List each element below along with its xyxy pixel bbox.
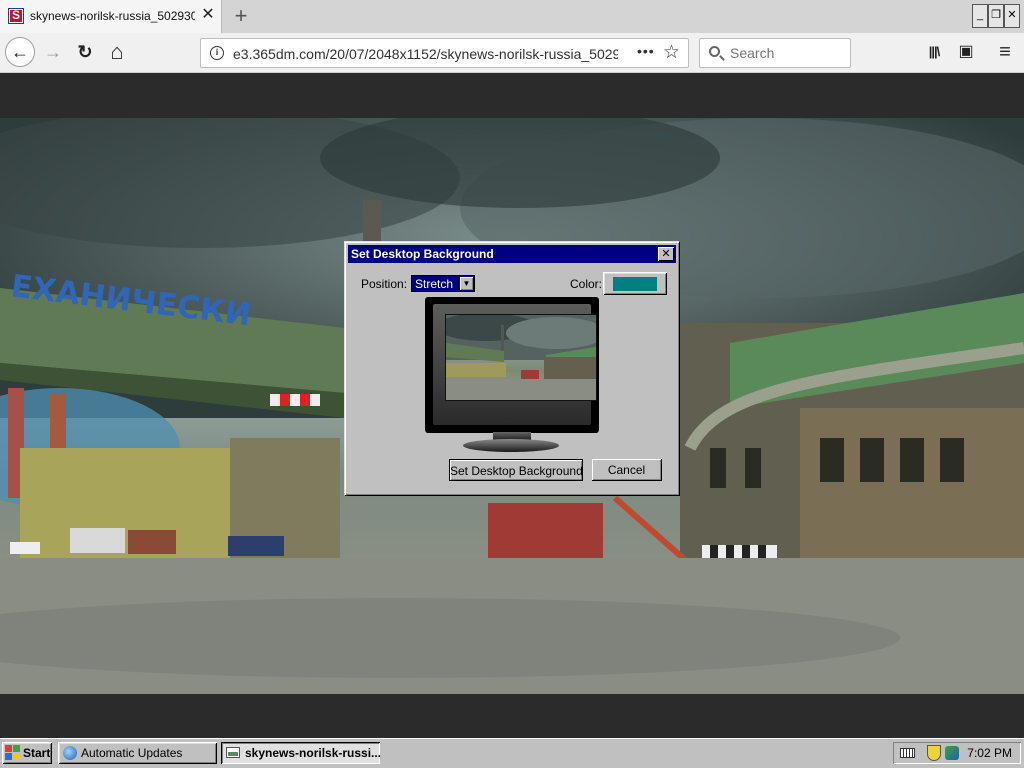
taskbar-item-automatic-updates[interactable]: Automatic Updates	[58, 742, 217, 764]
dialog-title: Set Desktop Background	[351, 247, 494, 261]
color-picker-button[interactable]	[603, 272, 667, 295]
start-label: Start	[23, 746, 51, 760]
keyboard-icon[interactable]	[900, 748, 915, 758]
home-button[interactable]: ⌂	[102, 37, 132, 67]
page-actions-icon[interactable]: •••	[637, 43, 655, 59]
dialog-close-button[interactable]: ✕	[658, 247, 674, 261]
window-restore-button[interactable]: ❐	[988, 4, 1004, 28]
taskbar-item-label: skynews-norilsk-russi...	[245, 746, 380, 760]
sidebar-icon[interactable]: ▣	[953, 38, 979, 66]
color-swatch	[613, 277, 657, 291]
window-close-button[interactable]: ✕	[1004, 4, 1020, 28]
monitor-base	[463, 439, 559, 452]
dialog-title-bar[interactable]: Set Desktop Background ✕	[348, 245, 676, 263]
address-bar[interactable]: i e3.365dm.com/20/07/2048x1152/skynews-n…	[200, 38, 689, 68]
site-info-icon[interactable]: i	[210, 46, 224, 60]
set-desktop-background-button[interactable]: Set Desktop Background	[449, 459, 583, 481]
color-label: Color:	[570, 277, 603, 291]
browser-tab-active[interactable]: S skynews-norilsk-russia_5029302.jpg ✕	[0, 0, 222, 33]
set-desktop-background-dialog: Set Desktop Background ✕ Position: Stret…	[344, 241, 680, 496]
wallpaper-preview	[445, 314, 597, 401]
url-text[interactable]: e3.365dm.com/20/07/2048x1152/skynews-nor…	[233, 46, 618, 62]
system-tray: 7:02 PM	[893, 742, 1021, 764]
start-button[interactable]: Start	[2, 742, 52, 764]
dropdown-arrow-icon[interactable]: ▼	[460, 277, 473, 290]
search-input[interactable]	[730, 44, 845, 62]
taskbar-clock[interactable]: 7:02 PM	[967, 746, 1012, 760]
wallpaper-thumbnail	[446, 315, 596, 400]
window-minimize-button[interactable]: _	[972, 4, 988, 28]
library-icon[interactable]: |||\	[921, 38, 947, 66]
taskbar: Start Automatic Updates skynews-norilsk-…	[0, 738, 1024, 768]
new-tab-button[interactable]: +	[230, 3, 252, 29]
tab-title: skynews-norilsk-russia_5029302.jpg	[30, 9, 195, 23]
windows-logo-icon	[5, 745, 21, 761]
tab-close-icon[interactable]: ✕	[200, 6, 216, 24]
taskbar-item-browser[interactable]: skynews-norilsk-russi...	[221, 742, 380, 764]
globe-update-icon	[63, 746, 77, 760]
tab-strip: S skynews-norilsk-russia_5029302.jpg ✕ +…	[0, 0, 1024, 33]
site-favicon-icon: S	[8, 8, 24, 24]
taskbar-item-label: Automatic Updates	[81, 746, 183, 760]
position-selected-value: Stretch	[415, 277, 454, 291]
image-file-icon	[226, 747, 240, 758]
monitor-frame	[433, 304, 597, 425]
back-button[interactable]: ←	[5, 37, 35, 67]
cancel-button[interactable]: Cancel	[592, 459, 662, 481]
position-label: Position:	[361, 277, 408, 291]
reload-button[interactable]: ↻	[70, 37, 100, 67]
bookmark-star-icon[interactable]: ☆	[663, 41, 680, 64]
monitor-preview-icon	[425, 297, 599, 433]
position-dropdown[interactable]: Stretch ▼	[411, 275, 475, 292]
navigation-toolbar: ← → ↻ ⌂ i e3.365dm.com/20/07/2048x1152/s…	[0, 33, 1024, 73]
forward-button[interactable]: →	[38, 37, 68, 67]
search-bar[interactable]	[699, 38, 851, 68]
menu-icon[interactable]: ≡	[992, 38, 1018, 66]
search-icon	[709, 46, 720, 57]
security-shield-icon[interactable]	[927, 745, 941, 761]
network-status-icon[interactable]	[945, 746, 959, 760]
